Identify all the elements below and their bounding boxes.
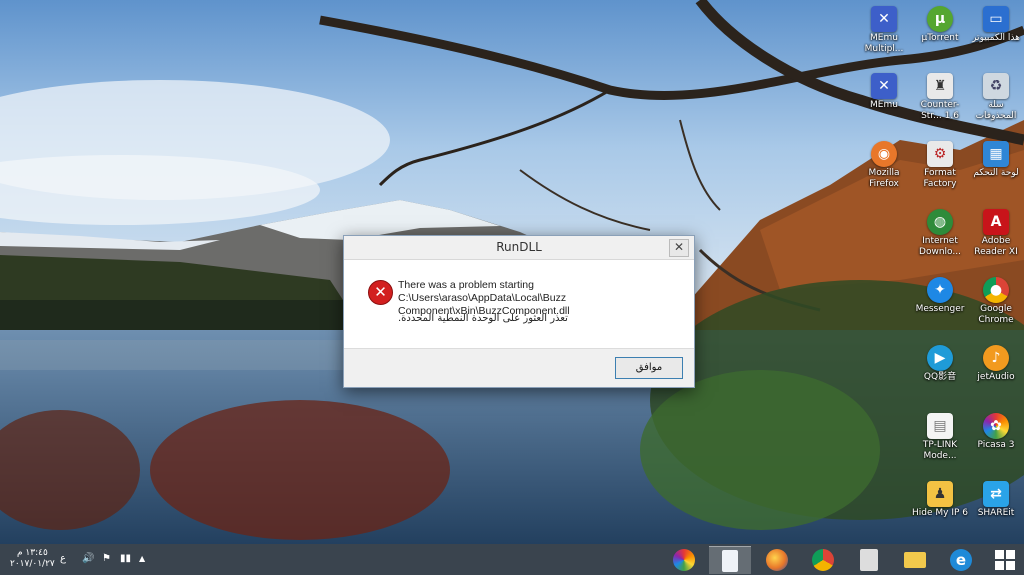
- firefox-icon: ◉: [871, 141, 897, 167]
- taskbar-internet-explorer[interactable]: e: [940, 546, 982, 573]
- desktop-icon-chrome[interactable]: ● Google Chrome: [967, 277, 1024, 326]
- qq-player-icon: ▶: [927, 345, 953, 371]
- desktop-icon-shareit[interactable]: ⇄ SHAREit: [967, 481, 1024, 519]
- desktop-icon-messenger[interactable]: ✦ Messenger: [911, 277, 969, 315]
- clock-date: ٢٠١٧/٠١/٢٧: [10, 559, 55, 569]
- desktop-icon-idm[interactable]: ◍ Internet Downlo...: [911, 209, 969, 258]
- utorrent-icon: µ: [927, 6, 953, 32]
- chrome-icon: ●: [983, 277, 1009, 303]
- control-panel-icon: ▦: [983, 141, 1009, 167]
- desktop-icon-hide-my-ip[interactable]: ♟ Hide My IP 6: [911, 481, 969, 519]
- desktop-icon-memu-multi[interactable]: ✕ MEmu Multipl...: [855, 6, 913, 55]
- computer-icon: ▭: [983, 6, 1009, 32]
- desktop-icon-jetaudio[interactable]: ♪ jetAudio: [967, 345, 1024, 383]
- memu-multi-icon: ✕: [871, 6, 897, 32]
- desktop-icon-utorrent[interactable]: µ µTorrent: [911, 6, 969, 44]
- hide-my-ip-icon: ♟: [927, 481, 953, 507]
- format-factory-icon: ⚙: [927, 141, 953, 167]
- document-icon: [722, 549, 738, 572]
- network-icon[interactable]: ▮▮: [120, 553, 131, 564]
- volume-icon[interactable]: 🔊: [82, 553, 94, 564]
- internet-download-manager-icon: ◍: [927, 209, 953, 235]
- dialog-footer: موافق: [344, 348, 694, 387]
- ok-button[interactable]: موافق: [615, 357, 683, 379]
- internet-explorer-icon: e: [950, 548, 972, 571]
- folder-icon: [904, 551, 926, 568]
- desktop-icon-counter-strike[interactable]: ♜ Counter-Str... 1.6: [911, 73, 969, 122]
- dialog-title: RunDLL: [344, 236, 694, 260]
- desktop-icon-adobe-reader[interactable]: A Adobe Reader XI: [967, 209, 1024, 258]
- desktop-icon-recycle-bin[interactable]: ♻ سلة المحذوفات: [967, 73, 1024, 122]
- shareit-icon: ⇄: [983, 481, 1009, 507]
- error-message-arabic: تعذر العثور على الوحدة النمطية المحددة.: [398, 313, 568, 324]
- taskbar: ▲ ▮▮ ⚑ 🔊 ع e: [0, 544, 1024, 575]
- taskbar-clock[interactable]: ١٣:٤٥ م ٢٠١٧/٠١/٢٧: [10, 548, 55, 570]
- desktop-icon-tplink[interactable]: ▤ TP-LINK Mode...: [911, 413, 969, 462]
- chrome-icon: [812, 548, 834, 571]
- close-button[interactable]: ✕: [669, 239, 689, 257]
- calculator-icon: [860, 548, 878, 571]
- tray-overflow-button[interactable]: ▲: [139, 554, 145, 563]
- taskbar-file-explorer[interactable]: [894, 546, 936, 573]
- desktop-icon-this-pc[interactable]: ▭ هذا الكمبيوتر: [967, 6, 1024, 44]
- adobe-reader-icon: A: [983, 209, 1009, 235]
- clock-time: ١٣:٤٥ م: [16, 548, 48, 558]
- windows-icon: [995, 549, 1015, 570]
- desktop-icon-memu[interactable]: ✕ MEmu: [855, 73, 913, 111]
- desktop-icon-firefox[interactable]: ◉ Mozilla Firefox: [855, 141, 913, 190]
- memu-icon: ✕: [871, 73, 897, 99]
- rundll-error-dialog: RunDLL ✕ ✕ There was a problem starting …: [343, 235, 695, 388]
- taskbar-chrome[interactable]: [802, 546, 844, 573]
- desktop-icon-format-factory[interactable]: ⚙ Format Factory: [911, 141, 969, 190]
- taskbar-rundll[interactable]: [709, 546, 751, 574]
- messenger-icon: ✦: [927, 277, 953, 303]
- taskbar-calculator[interactable]: [848, 546, 890, 573]
- picasa-icon: ✿: [983, 413, 1009, 439]
- picasa-icon: [673, 548, 695, 571]
- language-indicator[interactable]: ع: [60, 553, 66, 564]
- error-icon: ✕: [368, 280, 393, 305]
- recycle-bin-icon: ♻: [983, 73, 1009, 99]
- document-icon: ▤: [927, 413, 953, 439]
- start-button[interactable]: [984, 546, 1024, 573]
- flag-icon[interactable]: ⚑: [102, 553, 111, 564]
- taskbar-firefox[interactable]: [756, 546, 798, 573]
- firefox-icon: [766, 548, 788, 571]
- counter-strike-icon: ♜: [927, 73, 953, 99]
- desktop-icon-control-panel[interactable]: ▦ لوحة التحكم: [967, 141, 1024, 179]
- taskbar-picasa[interactable]: [663, 546, 705, 573]
- jetaudio-icon: ♪: [983, 345, 1009, 371]
- desktop-icon-picasa[interactable]: ✿ Picasa 3: [967, 413, 1024, 451]
- desktop-icon-qq-player[interactable]: ▶ QQ影音: [911, 345, 969, 383]
